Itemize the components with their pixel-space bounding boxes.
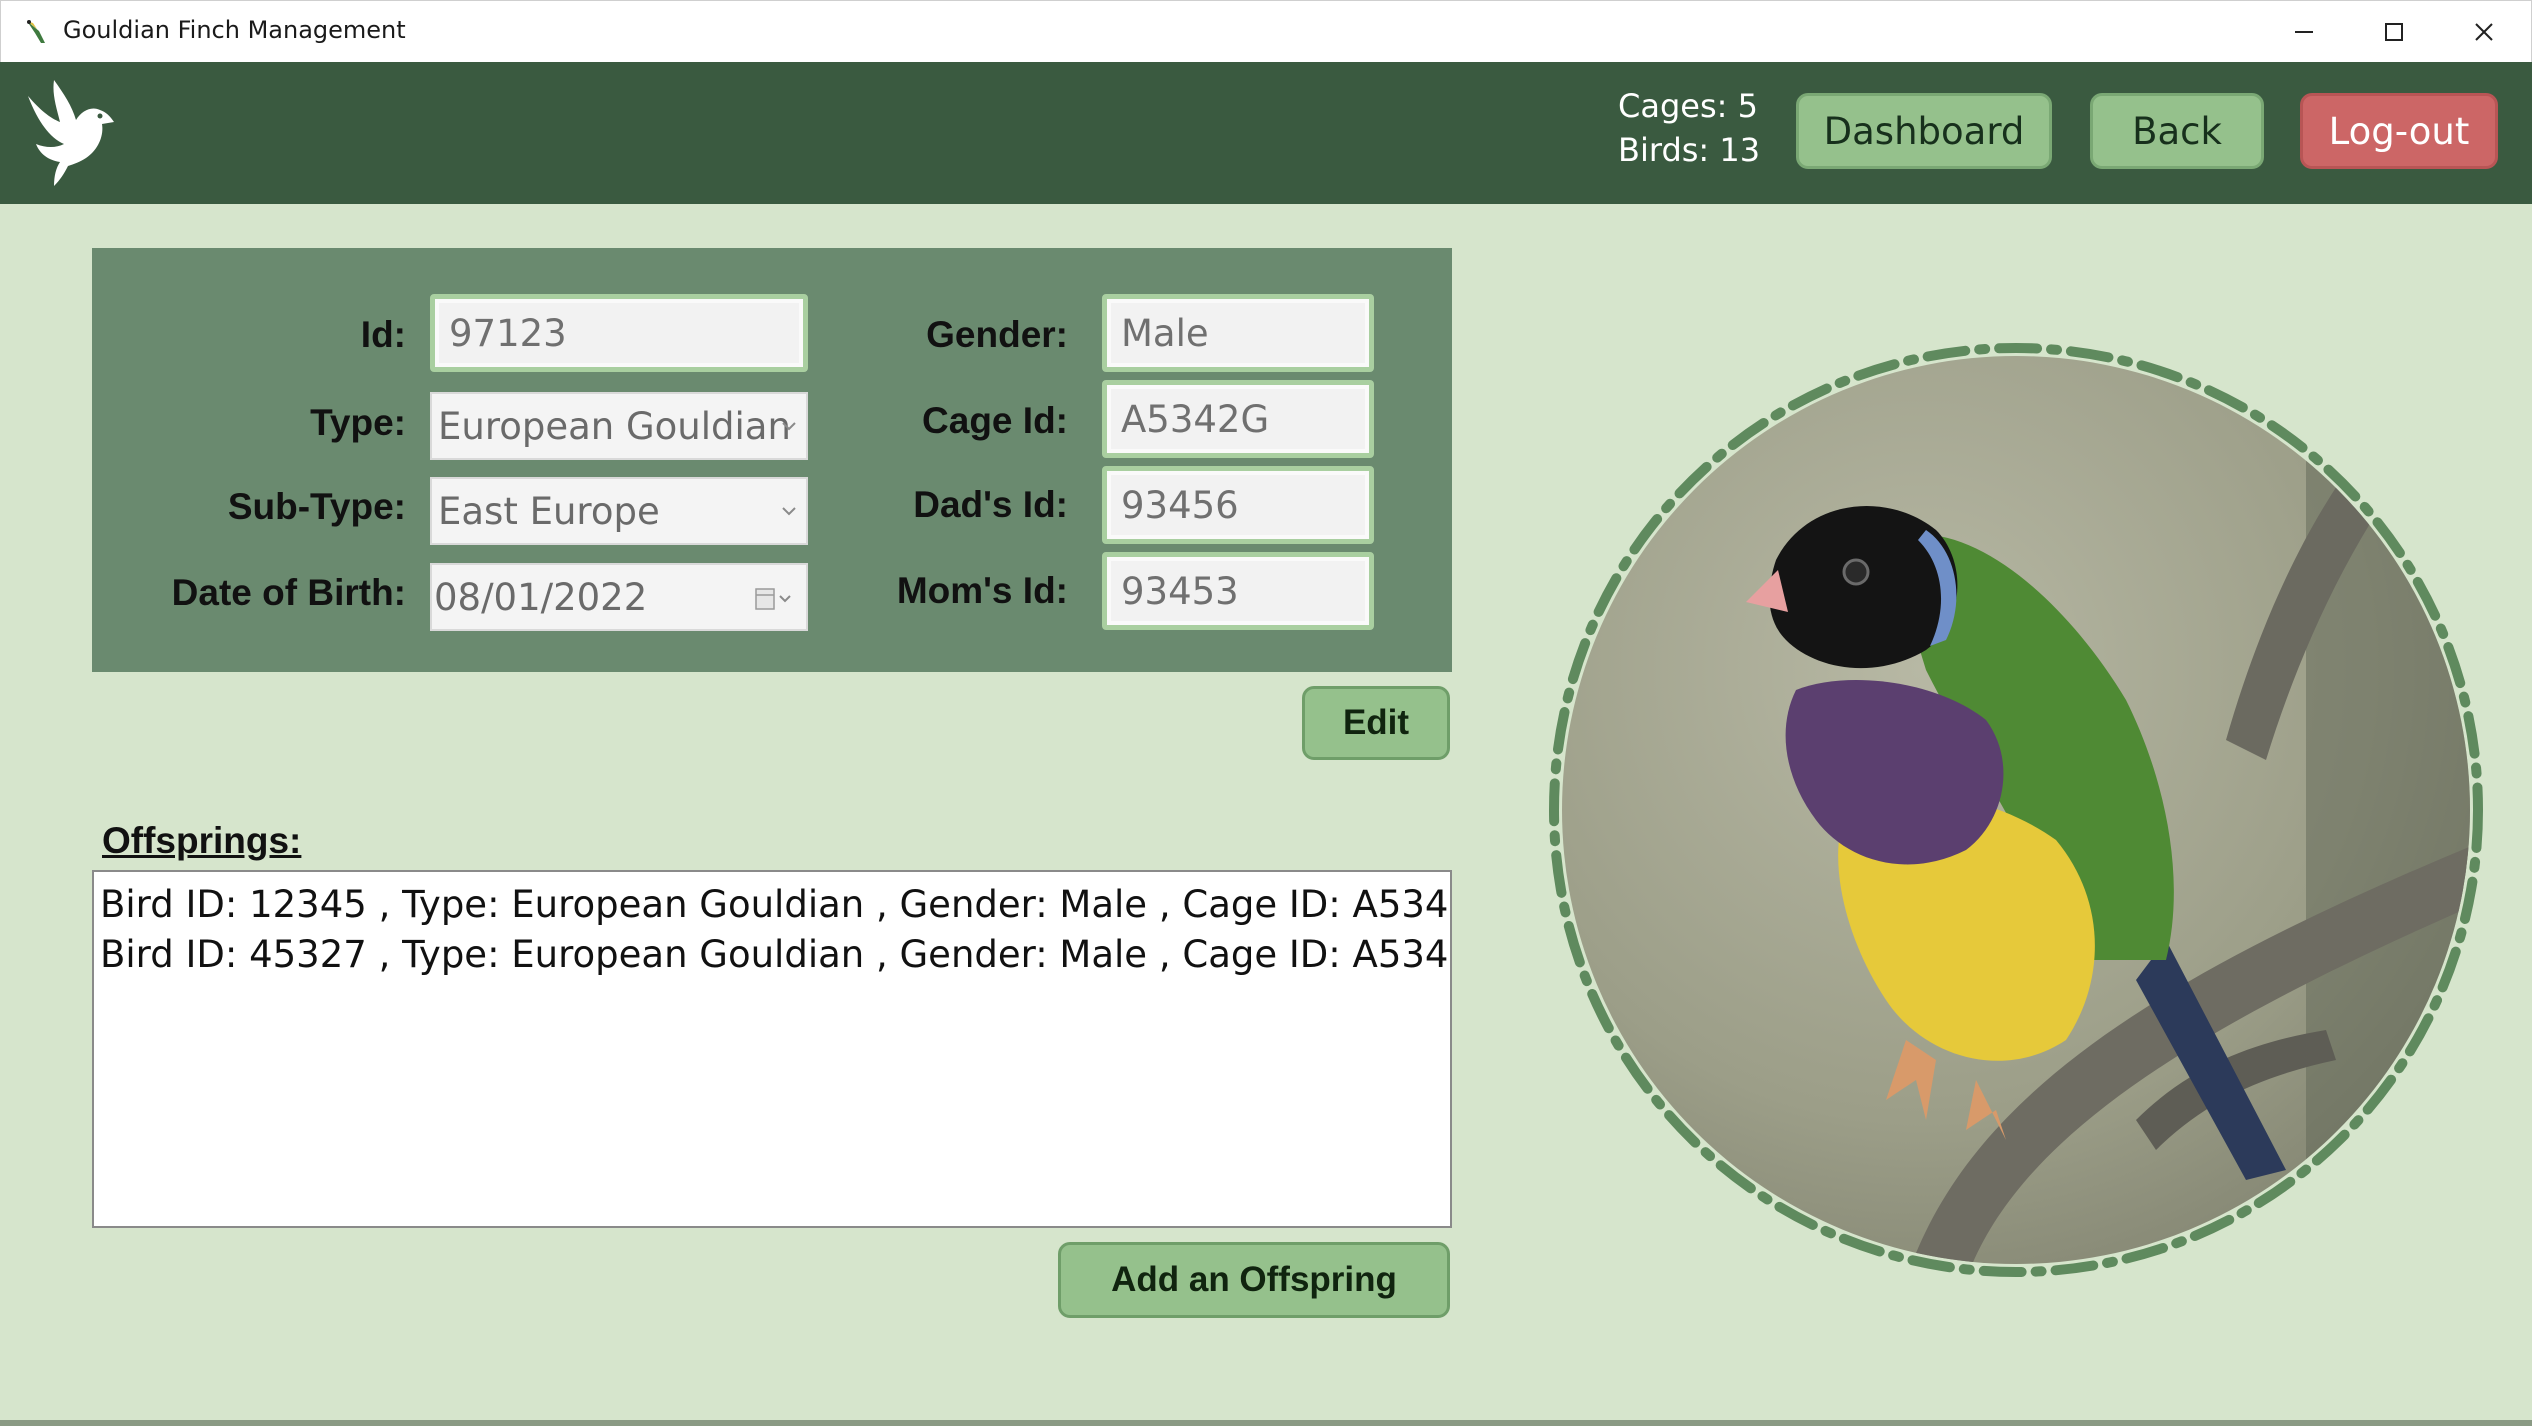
dashboard-button[interactable]: Dashboard	[1796, 93, 2052, 169]
offsprings-heading: Offsprings:	[102, 820, 302, 861]
counts-summary: Cages: 5 Birds: 13	[1618, 84, 1760, 172]
dob-label: Date of Birth:	[171, 572, 406, 613]
bird-info-panel: Id: Type: Sub-Type: Date of Birth: 97123…	[92, 248, 1452, 672]
type-label: Type:	[310, 402, 406, 443]
finch-app-icon	[27, 20, 45, 43]
window-titlebar: Gouldian Finch Management	[0, 0, 2532, 62]
list-item[interactable]: Bird ID: 12345 , Type: European Gouldian…	[100, 880, 1450, 930]
bird-logo-icon	[28, 80, 114, 186]
window-bottom-edge	[0, 1420, 2532, 1426]
subtype-select[interactable]: East Europe	[430, 477, 808, 545]
cages-count: Cages: 5	[1618, 87, 1758, 125]
dad-id-label: Dad's Id:	[913, 484, 1068, 525]
close-icon	[2475, 23, 2493, 41]
dob-datepicker[interactable]: 08/01/2022	[430, 563, 808, 631]
bird-photo	[1549, 343, 2483, 1277]
cage-id-label: Cage Id:	[922, 400, 1068, 441]
offsprings-listbox[interactable]: Bird ID: 12345 , Type: European Gouldian…	[92, 870, 1452, 1228]
minimize-button[interactable]	[2259, 1, 2349, 63]
close-button[interactable]	[2439, 1, 2529, 63]
add-offspring-button[interactable]: Add an Offspring	[1058, 1242, 1450, 1318]
chevron-down-icon	[782, 507, 796, 516]
type-select[interactable]: European Gouldian	[430, 392, 808, 460]
minimize-icon	[2295, 31, 2313, 33]
calendar-dropdown-icon[interactable]	[754, 587, 794, 611]
dad-id-field[interactable]: 93456	[1102, 466, 1374, 544]
type-value: European Gouldian	[438, 404, 791, 448]
maximize-icon	[2385, 23, 2403, 41]
gender-label: Gender:	[926, 314, 1068, 355]
subtype-label: Sub-Type:	[227, 486, 406, 527]
cage-id-field[interactable]: A5342G	[1102, 380, 1374, 458]
maximize-button[interactable]	[2349, 1, 2439, 63]
edit-button[interactable]: Edit	[1302, 686, 1450, 760]
id-label: Id:	[360, 314, 406, 355]
gender-field[interactable]: Male	[1102, 294, 1374, 372]
dob-value: 08/01/2022	[434, 575, 648, 619]
mom-id-label: Mom's Id:	[896, 570, 1068, 611]
mom-id-field[interactable]: 93453	[1102, 552, 1374, 630]
app-header: Cages: 5 Birds: 13 Dashboard Back Log-ou…	[0, 62, 2532, 204]
chevron-down-icon	[782, 422, 796, 431]
back-button[interactable]: Back	[2090, 93, 2264, 169]
id-field[interactable]: 97123	[430, 294, 808, 372]
logout-button[interactable]: Log-out	[2300, 93, 2498, 169]
list-item[interactable]: Bird ID: 45327 , Type: European Gouldian…	[100, 930, 1450, 980]
birds-count: Birds: 13	[1618, 131, 1761, 169]
window-title: Gouldian Finch Management	[63, 16, 406, 44]
subtype-value: East Europe	[438, 489, 660, 533]
